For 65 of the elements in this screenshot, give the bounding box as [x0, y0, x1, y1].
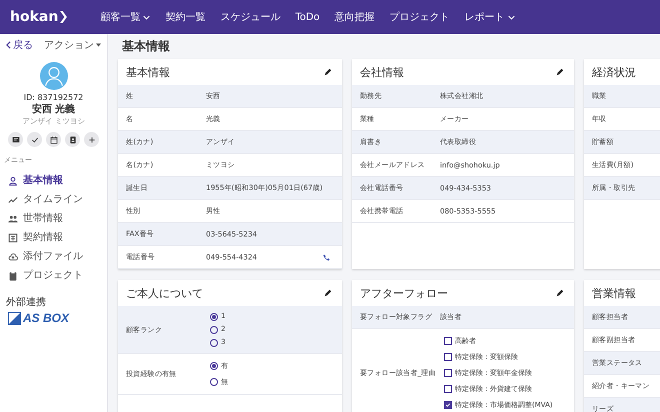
nav-menu-item[interactable]: 意向把握 — [334, 10, 375, 24]
logo[interactable]: hokan — [10, 9, 58, 25]
phone-icon[interactable] — [323, 254, 330, 260]
checkbox[interactable] — [444, 353, 452, 361]
chevron-left-icon[interactable] — [6, 41, 11, 49]
edit-pencil-icon[interactable] — [324, 68, 332, 76]
clipboard-icon — [8, 270, 18, 280]
card-title: 経済状況 — [592, 64, 636, 80]
checkbox[interactable] — [444, 385, 452, 393]
radio-button[interactable] — [210, 378, 218, 386]
logo-icon — [8, 312, 21, 324]
nav-menu-item[interactable]: レポート — [464, 10, 505, 24]
nav-menu-item[interactable]: ToDo — [295, 12, 320, 22]
sidebar-menu-item[interactable]: タイムライン — [23, 194, 83, 205]
edit-pencil-icon[interactable] — [556, 68, 564, 76]
cloud-icon — [8, 252, 18, 262]
avatar-icon — [40, 62, 68, 90]
card-title: 基本情報 — [126, 64, 170, 80]
radio-button[interactable] — [210, 338, 218, 346]
integrations-heading: 外部連携 — [6, 296, 46, 309]
nav-menu-item[interactable]: プロジェクト — [390, 10, 450, 24]
card-title: 会社情報 — [360, 64, 404, 80]
message-button[interactable] — [8, 132, 23, 147]
edit-pencil-icon[interactable] — [556, 289, 564, 297]
person-icon — [8, 176, 18, 186]
contact-button[interactable] — [65, 132, 80, 147]
nav-menu-item[interactable]: 顧客一覧 — [100, 10, 140, 24]
checkbox[interactable] — [444, 337, 452, 345]
edit-pencil-icon[interactable] — [324, 289, 332, 297]
nav-menu-item[interactable]: スケジュール — [220, 10, 280, 24]
integration-logo[interactable]: AS BOX — [23, 311, 70, 325]
calendar-icon — [50, 136, 58, 144]
caret-icon[interactable] — [96, 43, 101, 47]
check-button[interactable] — [27, 132, 42, 147]
contract-icon — [8, 232, 18, 242]
trend-icon — [8, 194, 18, 204]
checkbox[interactable] — [444, 369, 452, 377]
caret-icon[interactable] — [508, 14, 515, 20]
card-title: アフターフォロー — [360, 286, 448, 300]
actions-dropdown[interactable]: アクション — [44, 38, 94, 52]
card-title: 営業情報 — [592, 286, 636, 300]
customer-id: ID: 837192572 — [24, 93, 84, 102]
radio-button[interactable] — [210, 326, 218, 334]
check-icon — [30, 136, 38, 144]
sidebar-menu-item[interactable]: 基本情報 — [23, 175, 63, 186]
logo-chevron-icon — [60, 11, 68, 23]
message-icon — [12, 136, 20, 144]
add-button[interactable] — [84, 132, 99, 147]
nav-menu-item[interactable]: 契約一覧 — [165, 10, 206, 24]
radio-button[interactable] — [210, 312, 218, 320]
contact-icon — [68, 136, 76, 144]
add-icon — [88, 136, 96, 144]
back-link[interactable]: 戻る — [13, 38, 33, 52]
radio-button[interactable] — [210, 362, 218, 370]
checkbox[interactable] — [444, 401, 452, 409]
calendar-button[interactable] — [46, 132, 61, 147]
sidebar-menu-item[interactable]: プロジェクト — [23, 270, 83, 281]
sidebar-menu-item[interactable]: 添付ファイル — [23, 251, 83, 262]
card-title: ご本人について — [126, 286, 203, 300]
sidebar-menu-item[interactable]: 世帯情報 — [23, 213, 63, 224]
customer-name: 安西 光義 — [32, 102, 76, 116]
caret-icon[interactable] — [143, 14, 150, 20]
people-icon — [8, 214, 18, 224]
page-title: 基本情報 — [122, 39, 171, 53]
sidebar-menu-item[interactable]: 契約情報 — [23, 232, 63, 243]
